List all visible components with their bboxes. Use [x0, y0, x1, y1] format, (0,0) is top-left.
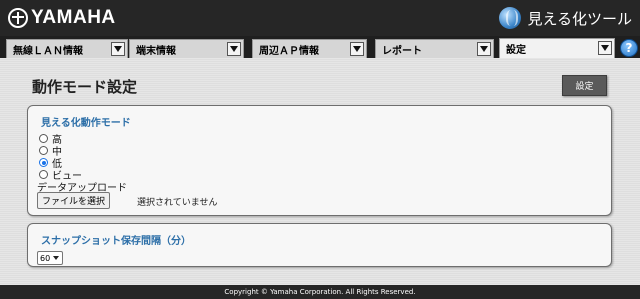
app-title-text: 見える化ツール	[527, 9, 632, 28]
tab-terminal[interactable]: 端末情報	[129, 39, 244, 58]
snapshot-panel-title: スナップショット保存間隔（分）	[41, 236, 191, 247]
mode-panel-title: 見える化動作モード	[41, 118, 131, 129]
page-title: 動作モード設定	[32, 78, 138, 96]
chevron-down-icon[interactable]	[350, 42, 364, 56]
main-content: 動作モード設定 設定 見える化動作モード 高 中 低 ビュー データアップロード…	[0, 58, 640, 285]
file-status-text: 選択されていません	[137, 198, 218, 208]
radio-view[interactable]	[39, 170, 48, 179]
settings-button[interactable]: 設定	[562, 75, 607, 96]
select-value: 60	[40, 253, 51, 263]
copyright-text: Copyright © Yamaha Corporation. All Righ…	[224, 288, 416, 296]
radio-high[interactable]	[39, 134, 48, 143]
tab-label: 無線ＬＡＮ情報	[13, 45, 83, 57]
mode-panel: 見える化動作モード 高 中 低 ビュー データアップロード ファイルを選択 選択…	[27, 105, 612, 216]
chevron-down-icon[interactable]	[477, 42, 491, 56]
help-icon[interactable]: ?	[620, 39, 638, 57]
tab-report[interactable]: レポート	[375, 39, 494, 58]
tab-bar: 無線ＬＡＮ情報 端末情報 周辺ＡＰ情報 レポート 設定	[0, 36, 640, 58]
chevron-down-icon[interactable]	[598, 41, 612, 55]
radio-medium[interactable]	[39, 146, 48, 155]
tuning-fork-icon	[8, 8, 28, 28]
tab-wireless-lan[interactable]: 無線ＬＡＮ情報	[6, 39, 128, 58]
app-title: 見える化ツール	[499, 6, 632, 30]
chevron-down-icon[interactable]	[111, 42, 125, 56]
snapshot-panel: スナップショット保存間隔（分） 60	[27, 223, 612, 267]
chevron-down-icon[interactable]	[227, 42, 241, 56]
snapshot-interval-select[interactable]: 60	[37, 251, 63, 265]
chevron-down-icon	[53, 256, 59, 260]
brand-name: YAMAHA	[31, 7, 116, 28]
header-bar: YAMAHA 見える化ツール	[0, 0, 640, 36]
choose-file-button[interactable]: ファイルを選択	[37, 192, 111, 209]
globe-icon	[499, 7, 522, 29]
footer: Copyright © Yamaha Corporation. All Righ…	[0, 285, 640, 299]
yamaha-logo: YAMAHA	[8, 6, 116, 30]
tab-settings[interactable]: 設定	[499, 38, 615, 58]
tab-nearby-ap[interactable]: 周辺ＡＰ情報	[252, 39, 367, 58]
radio-low[interactable]	[39, 158, 48, 167]
